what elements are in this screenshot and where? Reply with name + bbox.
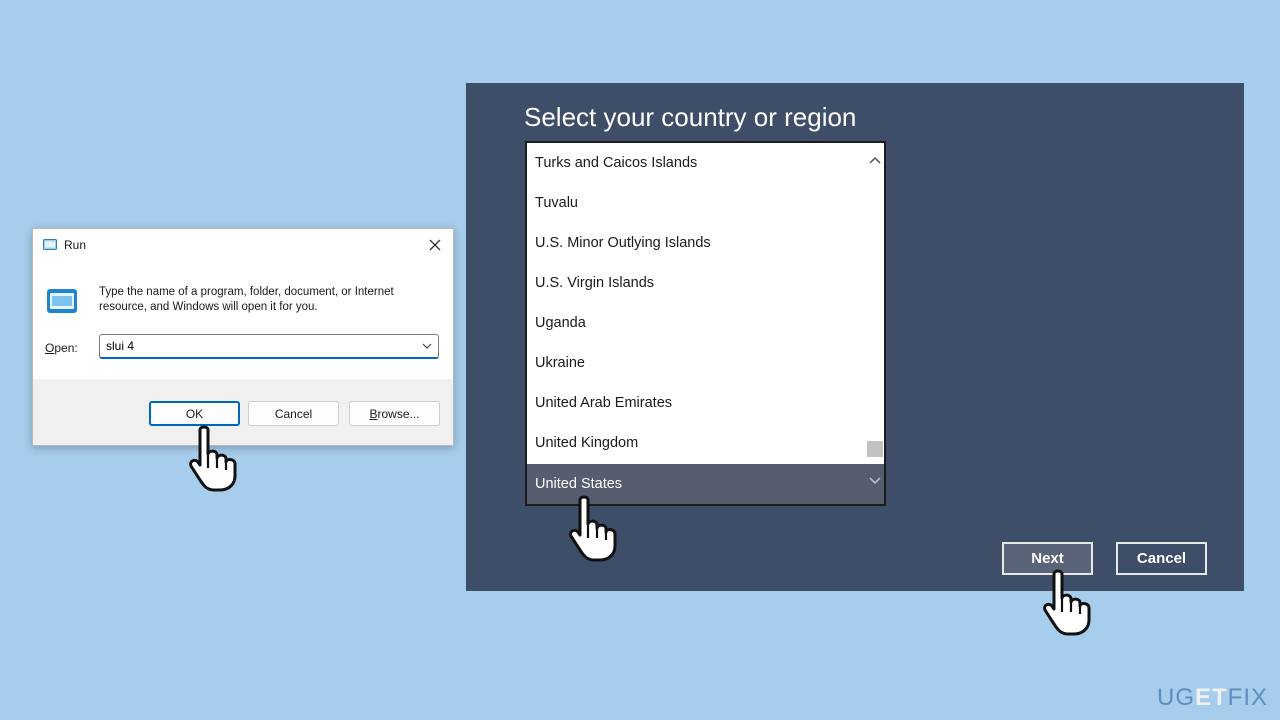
country-list[interactable]: Turks and Caicos Islands Tuvalu U.S. Min… xyxy=(525,141,886,506)
list-item[interactable]: Ukraine xyxy=(527,343,866,383)
run-body: Type the name of a program, folder, docu… xyxy=(33,261,453,379)
run-dialog-title: Run xyxy=(64,238,87,252)
list-item[interactable]: Tuvalu xyxy=(527,183,866,223)
pointer-hand-icon xyxy=(189,425,237,492)
run-program-icon xyxy=(47,289,77,313)
chevron-up-icon[interactable] xyxy=(868,155,882,165)
browse-button[interactable]: Browse... xyxy=(349,401,440,426)
open-input[interactable]: slui 4 xyxy=(99,334,439,359)
list-item[interactable]: United Arab Emirates xyxy=(527,383,866,423)
run-dialog: Run Type the name of a program, folder, … xyxy=(32,228,454,446)
pointer-hand-icon xyxy=(1043,569,1091,636)
chevron-down-icon[interactable] xyxy=(868,476,882,486)
open-input-value: slui 4 xyxy=(106,339,135,353)
ok-button[interactable]: OK xyxy=(149,401,240,426)
watermark-logo: UG ET FIX xyxy=(1157,684,1268,712)
open-label-rest: pen: xyxy=(54,341,78,355)
chevron-down-icon[interactable] xyxy=(422,343,432,350)
run-description: Type the name of a program, folder, docu… xyxy=(99,286,394,313)
browse-mnemonic: B xyxy=(369,406,378,421)
pointer-hand-icon xyxy=(569,495,617,562)
run-app-icon xyxy=(43,239,57,250)
list-item[interactable]: Uganda xyxy=(527,303,866,343)
cancel-button[interactable]: Cancel xyxy=(248,401,339,426)
list-scrollbar[interactable] xyxy=(866,143,884,464)
close-icon xyxy=(429,239,441,251)
run-titlebar: Run xyxy=(33,229,453,261)
scrollbar-thumb[interactable] xyxy=(867,441,883,457)
open-label-mnemonic: O xyxy=(45,341,55,355)
browse-rest: rowse... xyxy=(377,406,420,421)
region-cancel-button[interactable]: Cancel xyxy=(1116,542,1207,575)
list-item[interactable]: U.S. Minor Outlying Islands xyxy=(527,223,866,263)
close-button[interactable] xyxy=(421,233,449,257)
watermark-part3: FIX xyxy=(1227,684,1268,711)
open-label: Open: xyxy=(45,341,78,355)
list-item[interactable]: U.S. Virgin Islands xyxy=(527,263,866,303)
watermark-part2: ET xyxy=(1194,684,1228,711)
list-item[interactable]: United Kingdom xyxy=(527,423,866,463)
watermark-part1: UG xyxy=(1156,684,1195,711)
region-heading: Select your country or region xyxy=(524,102,857,132)
list-item[interactable]: Turks and Caicos Islands xyxy=(527,143,866,183)
